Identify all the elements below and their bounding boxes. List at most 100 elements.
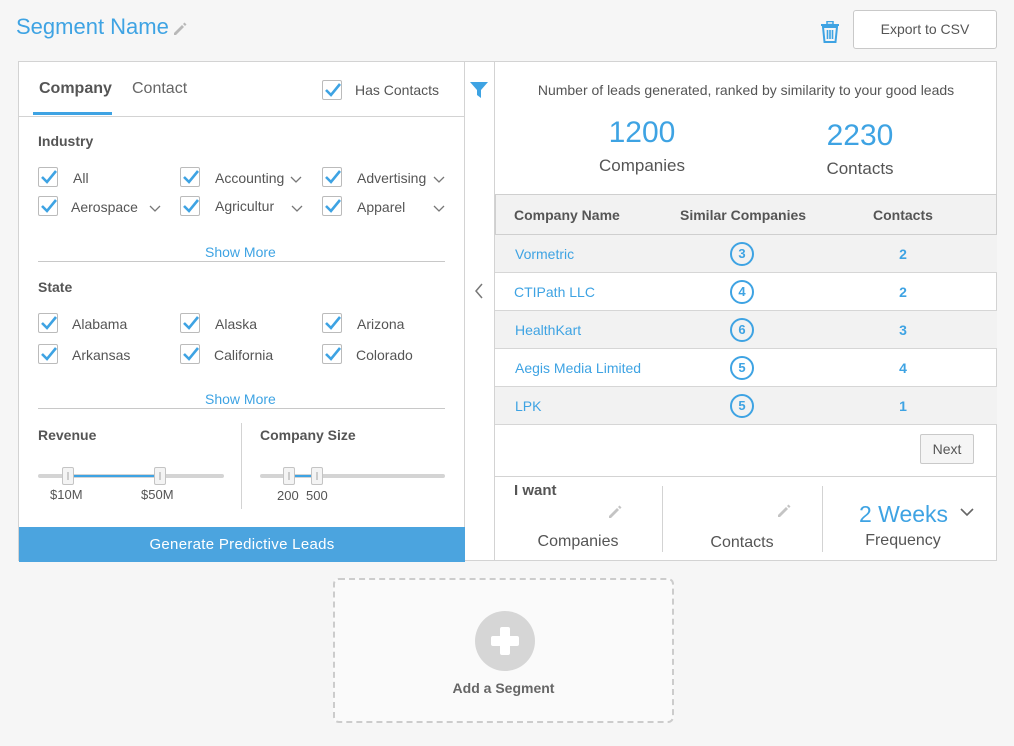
has-contacts-label: Has Contacts — [355, 82, 440, 98]
similar-count-badge[interactable]: 6 — [730, 318, 754, 342]
industry-checkbox-aerospace[interactable] — [38, 196, 58, 216]
filter-icon[interactable] — [469, 80, 489, 100]
contacts-count-link[interactable]: 2 — [883, 246, 923, 262]
check-icon — [41, 199, 58, 213]
next-page-button[interactable]: Next — [920, 434, 974, 464]
company-link[interactable]: HealthKart — [515, 322, 581, 338]
table-header: Company Name Similar Companies Contacts — [495, 194, 997, 235]
results-caption: Number of leads generated, ranked by sim… — [537, 82, 955, 98]
state-checkbox-alabama[interactable] — [38, 313, 58, 333]
chevron-down-icon[interactable] — [433, 205, 445, 213]
divider — [38, 408, 445, 409]
generate-predictive-leads-button[interactable]: Generate Predictive Leads — [19, 527, 465, 562]
panel-toggle-column — [465, 62, 495, 560]
chevron-down-icon[interactable] — [290, 176, 302, 184]
similar-count-badge[interactable]: 4 — [730, 280, 754, 304]
column-header-company[interactable]: Company Name — [514, 207, 620, 223]
industry-label: Advertising — [357, 170, 427, 186]
state-label: Colorado — [356, 347, 413, 363]
revenue-min-label: $10M — [50, 487, 83, 502]
divider — [38, 261, 445, 262]
table-row: Vormetric 3 2 — [495, 235, 997, 273]
contacts-count: 2230 — [826, 119, 894, 152]
company-size-title: Company Size — [260, 427, 356, 443]
state-checkbox-alaska[interactable] — [180, 313, 200, 333]
revenue-min-handle[interactable] — [62, 467, 74, 485]
industry-label: Agricultur — [215, 198, 275, 214]
check-icon — [183, 347, 200, 361]
state-label: Alaska — [215, 316, 258, 332]
plus-circle-icon — [475, 611, 535, 671]
industry-checkbox-advertising[interactable] — [322, 167, 342, 187]
check-icon — [183, 316, 200, 330]
add-segment-card[interactable]: Add a Segment — [333, 578, 674, 723]
company-size-min-label: 200 — [277, 488, 299, 503]
company-link[interactable]: Vormetric — [515, 246, 574, 262]
similar-count-badge[interactable]: 5 — [730, 356, 754, 380]
frequency-value[interactable]: 2 Weeks — [859, 501, 948, 528]
industry-checkbox-apparel[interactable] — [322, 196, 342, 216]
company-link[interactable]: LPK — [515, 398, 541, 414]
contacts-count-link[interactable]: 2 — [883, 284, 923, 300]
has-contacts-checkbox[interactable] — [322, 80, 342, 100]
export-csv-button[interactable]: Export to CSV — [853, 10, 997, 49]
contacts-count-link[interactable]: 1 — [883, 398, 923, 414]
edit-pencil-icon[interactable] — [776, 503, 792, 519]
filter-panel: Company Contact Has Contacts Industry Al… — [19, 62, 465, 562]
i-want-title: I want — [514, 482, 557, 499]
state-show-more-link[interactable]: Show More — [205, 391, 276, 407]
column-header-contacts[interactable]: Contacts — [873, 207, 933, 223]
trash-icon[interactable] — [820, 21, 840, 43]
check-icon — [183, 199, 200, 213]
contacts-count-link[interactable]: 4 — [883, 360, 923, 376]
i-want-section: I want Companies Contacts 2 Weeks Freque… — [495, 476, 997, 560]
similar-count-badge[interactable]: 3 — [730, 242, 754, 266]
industry-checkbox-all[interactable] — [38, 167, 58, 187]
table-row: Aegis Media Limited 5 4 — [495, 349, 997, 387]
state-checkbox-arizona[interactable] — [322, 313, 342, 333]
industry-title: Industry — [38, 133, 94, 149]
state-label: California — [214, 347, 274, 363]
tab-contact[interactable]: Contact — [132, 80, 187, 98]
active-tab-indicator — [33, 112, 112, 115]
check-icon — [41, 347, 58, 361]
revenue-title: Revenue — [38, 427, 97, 443]
industry-checkbox-accounting[interactable] — [180, 167, 200, 187]
tab-company[interactable]: Company — [39, 80, 112, 98]
industry-show-more-link[interactable]: Show More — [205, 244, 276, 260]
i-want-contacts-label: Contacts — [710, 534, 774, 551]
edit-pencil-icon[interactable] — [172, 21, 188, 37]
chevron-down-icon[interactable] — [149, 205, 161, 213]
company-size-max-handle[interactable] — [311, 467, 323, 485]
state-label: Arkansas — [72, 347, 131, 363]
industry-label: Apparel — [357, 199, 406, 215]
companies-label: Companies — [599, 156, 685, 175]
i-want-companies-label: Companies — [537, 533, 619, 550]
check-icon — [325, 347, 342, 361]
edit-pencil-icon[interactable] — [607, 504, 623, 520]
contacts-label: Contacts — [826, 159, 894, 178]
contacts-count-link[interactable]: 3 — [883, 322, 923, 338]
industry-label: Accounting — [215, 170, 285, 186]
state-checkbox-colorado[interactable] — [322, 344, 342, 364]
chevron-down-icon[interactable] — [433, 176, 445, 184]
table-row: LPK 5 1 — [495, 387, 997, 425]
state-checkbox-arkansas[interactable] — [38, 344, 58, 364]
company-size-max-label: 500 — [306, 488, 328, 503]
chevron-down-icon[interactable] — [960, 508, 974, 517]
revenue-max-handle[interactable] — [154, 467, 166, 485]
industry-checkbox-agriculture[interactable] — [180, 196, 200, 216]
company-size-min-handle[interactable] — [283, 467, 295, 485]
chevron-down-icon[interactable] — [291, 205, 303, 213]
company-link[interactable]: Aegis Media Limited — [515, 360, 641, 376]
state-checkbox-california[interactable] — [180, 344, 200, 364]
chevron-left-icon[interactable] — [473, 282, 485, 300]
results-panel: Number of leads generated, ranked by sim… — [495, 62, 997, 560]
check-icon — [325, 316, 342, 330]
company-link[interactable]: CTIPath LLC — [514, 284, 595, 300]
column-header-similar[interactable]: Similar Companies — [680, 207, 806, 223]
similar-count-badge[interactable]: 5 — [730, 394, 754, 418]
industry-label: All — [73, 170, 89, 186]
add-segment-label: Add a Segment — [452, 680, 555, 696]
check-icon — [183, 170, 200, 184]
